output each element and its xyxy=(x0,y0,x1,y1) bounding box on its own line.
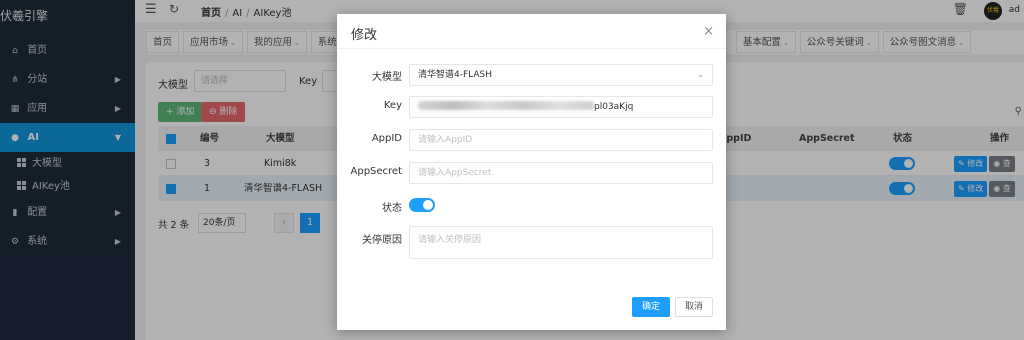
key-field-label: Key xyxy=(383,100,402,111)
chevron-down-icon: ⌄ xyxy=(697,70,704,79)
reason-textarea[interactable]: 请输入关停原因 xyxy=(409,226,713,259)
model-select[interactable]: 清华智谱4-FLASH ⌄ xyxy=(409,64,713,86)
reason-field-label: 关停原因 xyxy=(362,235,402,246)
appsecret-field-label: AppSecret xyxy=(350,166,403,177)
model-field-label: 大模型 xyxy=(372,72,402,83)
key-input[interactable]: pl03aKjq xyxy=(409,96,713,118)
edit-dialog: 修改 × 大模型 清华智谱4-FLASH ⌄ Key pl03aKjq AppI… xyxy=(337,14,726,330)
appid-field-label: AppID xyxy=(371,133,402,144)
dialog-divider xyxy=(337,48,726,49)
status-switch[interactable] xyxy=(409,198,435,212)
appid-input[interactable]: 请输入AppID xyxy=(409,129,713,151)
confirm-button[interactable]: 确定 xyxy=(632,297,670,317)
cancel-button[interactable]: 取消 xyxy=(675,297,713,317)
appsecret-input[interactable]: 请输入AppSecret xyxy=(409,162,713,184)
redacted-key xyxy=(418,101,594,110)
close-icon[interactable]: × xyxy=(703,24,714,39)
model-select-value: 清华智谱4-FLASH xyxy=(418,70,493,80)
dialog-title: 修改 xyxy=(351,28,378,43)
key-visible-suffix: pl03aKjq xyxy=(594,102,634,112)
status-field-label: 状态 xyxy=(382,203,402,214)
